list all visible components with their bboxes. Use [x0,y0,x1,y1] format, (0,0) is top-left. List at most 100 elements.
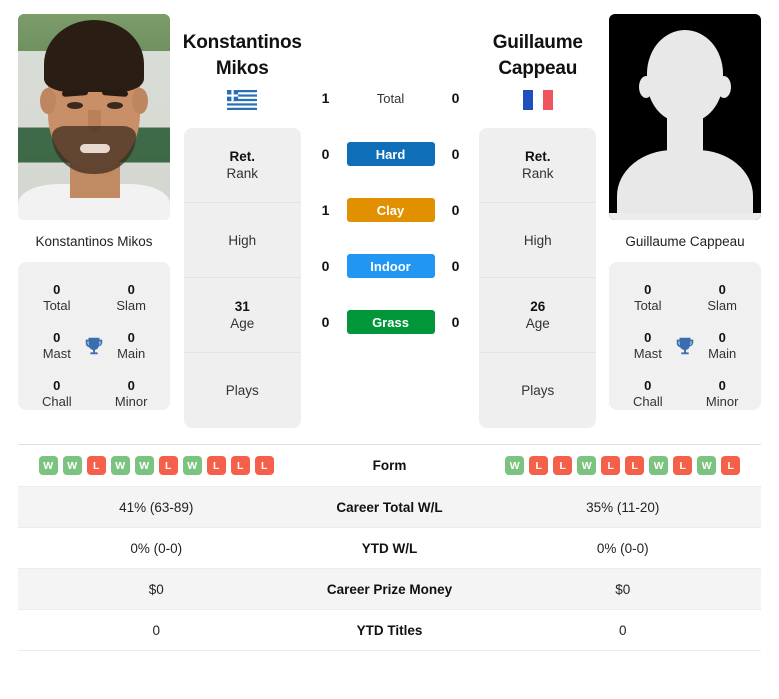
row-label-career-prize-money: Career Prize Money [326,581,453,597]
titles-mast-label: Mast [633,346,662,362]
france-flag-icon [522,90,553,111]
head-to-head-column: 1 Total 0 0 Hard 0 1 Clay 0 0 Indoor 0 0… [315,14,467,350]
h2h-label-wrap: Grass [337,310,445,334]
form-badge-win[interactable]: W [697,456,717,476]
h2h-left-score: 0 [321,146,330,162]
titles-row-chall-minor: 0 Chall 0 Minor [615,370,755,418]
h2h-label-wrap: Total [337,91,445,106]
titles-mast: 0 Mast [623,330,673,363]
right-info-age: 26 Age [479,278,597,354]
titles-minor-value: 0 [127,377,135,393]
titles-slam-value: 0 [127,281,135,297]
form-badge-win[interactable]: W [505,456,525,476]
surface-badge-hard[interactable]: Hard [346,142,435,166]
players-header: Konstantinos Mikos 0 Total 0 Slam 0 Mast… [0,0,779,429]
form-badge-win[interactable]: W [110,456,130,476]
form-badge-loss[interactable]: L [158,456,178,476]
right-plays-label: Plays [521,383,555,398]
right-rank-label: Rank [521,166,554,182]
h2h-label-wrap: Indoor [337,254,445,278]
titles-total-value: 0 [644,281,652,297]
form-badge-loss[interactable]: L [254,456,274,476]
titles-chall-value: 0 [644,377,652,393]
left-player-info-card: Ret. Rank High 31 Age Plays [183,128,301,429]
titles-row-mast-main: 0 Mast 0 Main [24,322,164,370]
row-label-ytd-wl: YTD W/L [361,540,418,556]
titles-mast-label: Mast [42,346,71,362]
right-player-titles-card: 0 Total 0 Slam 0 Mast 0 Main 0 Chall 0 M… [609,262,761,411]
right-player-name: Guillaume Cappeau [493,30,583,81]
titles-chall: 0 Chall [32,378,82,411]
left-info-plays: Plays [184,353,301,428]
titles-slam-value: 0 [718,281,726,297]
surface-badge-clay[interactable]: Clay [346,198,435,222]
h2h-right-score: 0 [451,202,460,218]
titles-main-label: Main [708,346,737,362]
form-badge-loss[interactable]: L [86,456,106,476]
table-row-ytd-wl: 0% (0-0) YTD W/L 0% (0-0) [18,528,761,570]
comparison-table: WWLWWLWLLL Form WLLWLLWLWL 41% (63-89) C… [18,444,761,652]
form-badge-loss[interactable]: L [529,456,549,476]
titles-minor-label: Minor [705,394,739,410]
h2h-right-score: 0 [451,146,460,162]
h2h-left-score: 0 [321,314,330,330]
trophy-icon [82,335,107,357]
titles-main: 0 Main [106,330,156,363]
form-badge-loss[interactable]: L [206,456,226,476]
form-badge-win[interactable]: W [577,456,597,476]
form-badge-loss[interactable]: L [553,456,573,476]
h2h-left-score: 1 [321,202,330,218]
right-high-label: High [523,232,552,248]
right-rank-value: Ret. [524,148,551,164]
right-player-first-name: Guillaume [492,32,583,53]
photo-ear-left [40,88,56,114]
left-age-label: Age [230,316,255,332]
form-badge-loss[interactable]: L [721,456,741,476]
right-player-column: Guillaume Cappeau 0 Total 0 Slam 0 Mast … [609,14,761,411]
titles-mast-value: 0 [644,329,652,345]
form-badge-win[interactable]: W [38,456,58,476]
right-player-photo[interactable] [609,14,761,220]
left-info-high: High [183,203,301,279]
form-badge-win[interactable]: W [62,456,82,476]
left-career-total-wl: 41% (63-89) [119,499,194,515]
form-badge-loss[interactable]: L [625,456,645,476]
h2h-right-score: 0 [451,314,460,330]
form-badge-loss[interactable]: L [673,456,693,476]
right-player-name-column: Guillaume Cappeau Ret. Rank High 26 Age … [467,14,610,429]
left-player-photo[interactable] [18,14,170,220]
photo-ear-right [132,88,148,114]
titles-slam: 0 Slam [697,282,747,315]
h2h-row: 1 Clay 0 [315,182,467,238]
left-player-first-name: Konstantinos [182,32,302,53]
titles-mast-value: 0 [53,329,61,345]
greece-flag-icon [227,90,258,111]
left-player-titles-card: 0 Total 0 Slam 0 Mast 0 Main 0 Chall 0 M… [18,262,170,411]
h2h-row: 0 Indoor 0 [315,238,467,294]
titles-total-value: 0 [53,281,61,297]
surface-badge-indoor[interactable]: Indoor [346,254,435,278]
h2h-row: 0 Grass 0 [315,294,467,350]
right-info-high: High [479,203,597,279]
left-info-rank: Ret. Rank [183,128,301,204]
form-badge-win[interactable]: W [649,456,669,476]
h2h-right-score: 0 [451,258,460,274]
form-badge-win[interactable]: W [134,456,154,476]
titles-chall-label: Chall [632,394,663,410]
titles-row-total-slam: 0 Total 0 Slam [24,274,164,322]
titles-minor-label: Minor [114,394,148,410]
h2h-label-wrap: Hard [337,142,445,166]
form-badge-win[interactable]: W [182,456,202,476]
table-row-career-prize-money: $0 Career Prize Money $0 [18,569,761,611]
surface-badge-grass[interactable]: Grass [346,310,435,334]
table-row-form: WWLWWLWLLL Form WLLWLLWLWL [18,445,761,488]
titles-slam-label: Slam [116,298,146,314]
right-player-info-card: Ret. Rank High 26 Age Plays [479,128,597,429]
left-player-column: Konstantinos Mikos 0 Total 0 Slam 0 Mast… [18,14,170,411]
titles-minor: 0 Minor [697,378,747,411]
titles-minor: 0 Minor [106,378,156,411]
titles-main-value: 0 [127,329,135,345]
form-badge-loss[interactable]: L [230,456,250,476]
titles-main: 0 Main [697,330,747,363]
form-badge-loss[interactable]: L [601,456,621,476]
